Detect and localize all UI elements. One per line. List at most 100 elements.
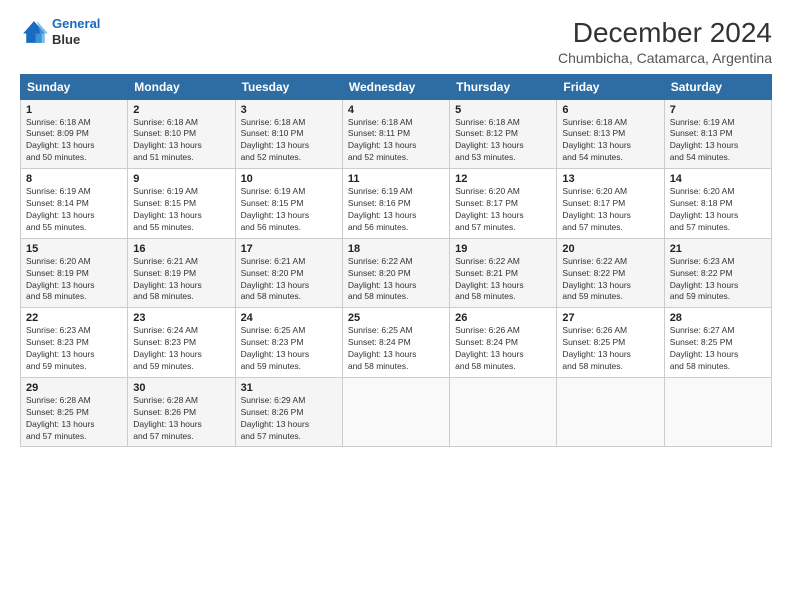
calendar-cell: 20Sunrise: 6:22 AMSunset: 8:22 PMDayligh… [557, 238, 664, 308]
calendar-cell: 11Sunrise: 6:19 AMSunset: 8:16 PMDayligh… [342, 169, 449, 239]
day-number: 11 [348, 173, 444, 185]
day-number: 13 [562, 173, 658, 185]
day-number: 7 [670, 104, 766, 116]
calendar-cell: 8Sunrise: 6:19 AMSunset: 8:14 PMDaylight… [21, 169, 128, 239]
day-info: Sunrise: 6:19 AMSunset: 8:16 PMDaylight:… [348, 186, 444, 234]
day-info: Sunrise: 6:18 AMSunset: 8:13 PMDaylight:… [562, 117, 658, 165]
day-number: 30 [133, 382, 229, 394]
day-info: Sunrise: 6:22 AMSunset: 8:21 PMDaylight:… [455, 256, 551, 304]
day-info: Sunrise: 6:26 AMSunset: 8:25 PMDaylight:… [562, 325, 658, 373]
day-number: 22 [26, 312, 122, 324]
calendar-cell: 29Sunrise: 6:28 AMSunset: 8:25 PMDayligh… [21, 377, 128, 447]
day-info: Sunrise: 6:23 AMSunset: 8:22 PMDaylight:… [670, 256, 766, 304]
day-number: 1 [26, 104, 122, 116]
day-number: 6 [562, 104, 658, 116]
calendar-cell: 4Sunrise: 6:18 AMSunset: 8:11 PMDaylight… [342, 99, 449, 169]
calendar-header-row: SundayMondayTuesdayWednesdayThursdayFrid… [21, 74, 772, 99]
logo-icon [20, 18, 48, 46]
day-info: Sunrise: 6:26 AMSunset: 8:24 PMDaylight:… [455, 325, 551, 373]
calendar-cell: 26Sunrise: 6:26 AMSunset: 8:24 PMDayligh… [450, 308, 557, 378]
calendar-cell: 7Sunrise: 6:19 AMSunset: 8:13 PMDaylight… [664, 99, 771, 169]
calendar-cell: 18Sunrise: 6:22 AMSunset: 8:20 PMDayligh… [342, 238, 449, 308]
header: General Blue December 2024 Chumbicha, Ca… [20, 16, 772, 66]
logo: General Blue [20, 16, 100, 47]
day-info: Sunrise: 6:19 AMSunset: 8:13 PMDaylight:… [670, 117, 766, 165]
calendar-cell: 6Sunrise: 6:18 AMSunset: 8:13 PMDaylight… [557, 99, 664, 169]
calendar-day-header: Monday [128, 74, 235, 99]
day-info: Sunrise: 6:20 AMSunset: 8:18 PMDaylight:… [670, 186, 766, 234]
day-number: 9 [133, 173, 229, 185]
calendar-cell: 19Sunrise: 6:22 AMSunset: 8:21 PMDayligh… [450, 238, 557, 308]
day-info: Sunrise: 6:20 AMSunset: 8:17 PMDaylight:… [562, 186, 658, 234]
day-info: Sunrise: 6:18 AMSunset: 8:10 PMDaylight:… [241, 117, 337, 165]
day-number: 12 [455, 173, 551, 185]
day-info: Sunrise: 6:20 AMSunset: 8:19 PMDaylight:… [26, 256, 122, 304]
day-number: 14 [670, 173, 766, 185]
day-number: 21 [670, 243, 766, 255]
day-number: 31 [241, 382, 337, 394]
day-number: 4 [348, 104, 444, 116]
calendar-cell: 22Sunrise: 6:23 AMSunset: 8:23 PMDayligh… [21, 308, 128, 378]
day-number: 19 [455, 243, 551, 255]
calendar-cell: 23Sunrise: 6:24 AMSunset: 8:23 PMDayligh… [128, 308, 235, 378]
calendar-cell: 15Sunrise: 6:20 AMSunset: 8:19 PMDayligh… [21, 238, 128, 308]
day-info: Sunrise: 6:22 AMSunset: 8:20 PMDaylight:… [348, 256, 444, 304]
day-info: Sunrise: 6:24 AMSunset: 8:23 PMDaylight:… [133, 325, 229, 373]
calendar-cell [450, 377, 557, 447]
calendar-week-row: 1Sunrise: 6:18 AMSunset: 8:09 PMDaylight… [21, 99, 772, 169]
day-info: Sunrise: 6:27 AMSunset: 8:25 PMDaylight:… [670, 325, 766, 373]
day-info: Sunrise: 6:21 AMSunset: 8:19 PMDaylight:… [133, 256, 229, 304]
calendar-week-row: 8Sunrise: 6:19 AMSunset: 8:14 PMDaylight… [21, 169, 772, 239]
day-info: Sunrise: 6:25 AMSunset: 8:24 PMDaylight:… [348, 325, 444, 373]
calendar-cell [342, 377, 449, 447]
day-info: Sunrise: 6:19 AMSunset: 8:14 PMDaylight:… [26, 186, 122, 234]
logo-text: General Blue [52, 16, 100, 47]
calendar-week-row: 29Sunrise: 6:28 AMSunset: 8:25 PMDayligh… [21, 377, 772, 447]
calendar-cell: 3Sunrise: 6:18 AMSunset: 8:10 PMDaylight… [235, 99, 342, 169]
calendar-cell: 16Sunrise: 6:21 AMSunset: 8:19 PMDayligh… [128, 238, 235, 308]
day-number: 5 [455, 104, 551, 116]
main-title: December 2024 [558, 16, 772, 50]
day-number: 2 [133, 104, 229, 116]
day-number: 25 [348, 312, 444, 324]
day-number: 24 [241, 312, 337, 324]
calendar-table: SundayMondayTuesdayWednesdayThursdayFrid… [20, 74, 772, 448]
day-info: Sunrise: 6:19 AMSunset: 8:15 PMDaylight:… [241, 186, 337, 234]
day-info: Sunrise: 6:29 AMSunset: 8:26 PMDaylight:… [241, 395, 337, 443]
calendar-day-header: Friday [557, 74, 664, 99]
calendar-cell: 2Sunrise: 6:18 AMSunset: 8:10 PMDaylight… [128, 99, 235, 169]
calendar-cell [557, 377, 664, 447]
calendar-cell: 10Sunrise: 6:19 AMSunset: 8:15 PMDayligh… [235, 169, 342, 239]
calendar-cell: 28Sunrise: 6:27 AMSunset: 8:25 PMDayligh… [664, 308, 771, 378]
day-number: 16 [133, 243, 229, 255]
day-number: 17 [241, 243, 337, 255]
subtitle: Chumbicha, Catamarca, Argentina [558, 50, 772, 66]
day-info: Sunrise: 6:20 AMSunset: 8:17 PMDaylight:… [455, 186, 551, 234]
day-number: 8 [26, 173, 122, 185]
calendar-cell [664, 377, 771, 447]
day-number: 20 [562, 243, 658, 255]
logo-line2: Blue [52, 32, 100, 48]
calendar-cell: 30Sunrise: 6:28 AMSunset: 8:26 PMDayligh… [128, 377, 235, 447]
calendar-day-header: Tuesday [235, 74, 342, 99]
calendar-week-row: 22Sunrise: 6:23 AMSunset: 8:23 PMDayligh… [21, 308, 772, 378]
day-number: 15 [26, 243, 122, 255]
calendar-cell: 13Sunrise: 6:20 AMSunset: 8:17 PMDayligh… [557, 169, 664, 239]
calendar-cell: 25Sunrise: 6:25 AMSunset: 8:24 PMDayligh… [342, 308, 449, 378]
day-number: 18 [348, 243, 444, 255]
day-info: Sunrise: 6:18 AMSunset: 8:12 PMDaylight:… [455, 117, 551, 165]
day-number: 3 [241, 104, 337, 116]
calendar-day-header: Saturday [664, 74, 771, 99]
calendar-cell: 21Sunrise: 6:23 AMSunset: 8:22 PMDayligh… [664, 238, 771, 308]
calendar-cell: 14Sunrise: 6:20 AMSunset: 8:18 PMDayligh… [664, 169, 771, 239]
day-info: Sunrise: 6:23 AMSunset: 8:23 PMDaylight:… [26, 325, 122, 373]
calendar-cell: 1Sunrise: 6:18 AMSunset: 8:09 PMDaylight… [21, 99, 128, 169]
day-info: Sunrise: 6:28 AMSunset: 8:26 PMDaylight:… [133, 395, 229, 443]
day-number: 10 [241, 173, 337, 185]
day-number: 28 [670, 312, 766, 324]
day-number: 29 [26, 382, 122, 394]
calendar-cell: 17Sunrise: 6:21 AMSunset: 8:20 PMDayligh… [235, 238, 342, 308]
logo-line1: General [52, 16, 100, 31]
day-info: Sunrise: 6:28 AMSunset: 8:25 PMDaylight:… [26, 395, 122, 443]
calendar-cell: 24Sunrise: 6:25 AMSunset: 8:23 PMDayligh… [235, 308, 342, 378]
